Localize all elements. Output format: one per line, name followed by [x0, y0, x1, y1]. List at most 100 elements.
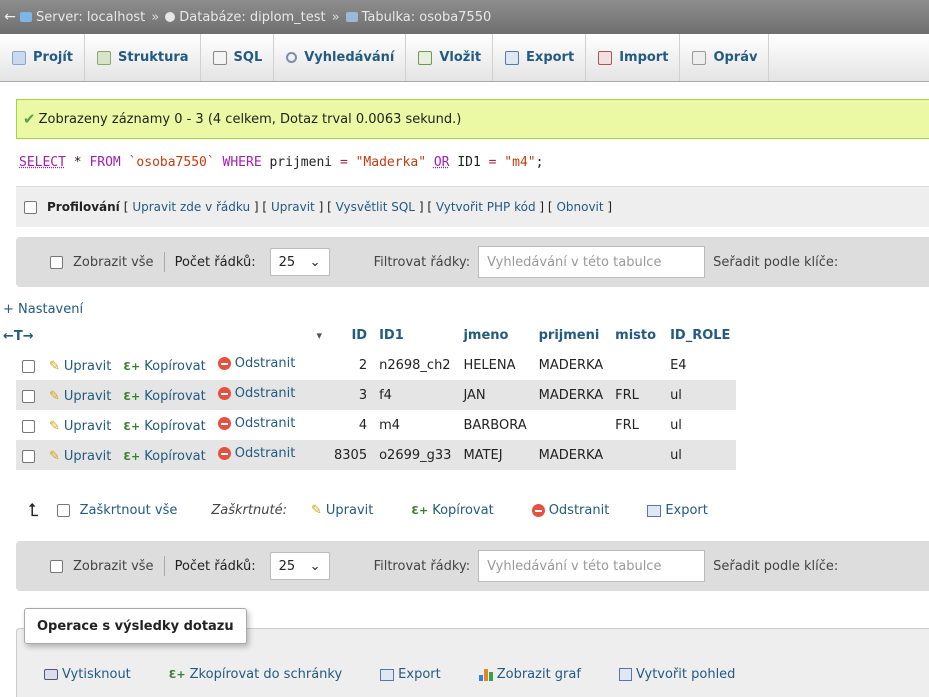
- row-delete-button[interactable]: Odstranit: [217, 386, 295, 401]
- check-all-checkbox[interactable]: [56, 504, 70, 517]
- cell-prijmeni[interactable]: [532, 410, 610, 440]
- row-checkbox[interactable]: [22, 390, 35, 403]
- sql-column-2: ID1: [449, 155, 489, 170]
- cell-jmeno[interactable]: MATEJ: [457, 440, 533, 470]
- bulk-copy-button[interactable]: Ɛ+ Kopírovat: [411, 503, 493, 518]
- sql-keyword-select[interactable]: SELECT: [19, 155, 66, 170]
- cell-id1[interactable]: n2698_ch2: [373, 350, 458, 380]
- row-delete-button[interactable]: Odstranit: [217, 446, 295, 461]
- column-header-jmeno[interactable]: jmeno: [457, 320, 533, 350]
- row-copy-button[interactable]: Ɛ+ Kopírovat: [123, 389, 205, 404]
- row-checkbox[interactable]: [22, 420, 35, 433]
- column-header-misto[interactable]: misto: [609, 320, 663, 350]
- sort-by-key-label: Seřadit podle klíče:: [713, 558, 839, 574]
- sql-star: *: [65, 155, 90, 170]
- tab-search[interactable]: Vyhledávání: [274, 34, 407, 81]
- row-checkbox[interactable]: [22, 450, 35, 463]
- row-delete-button[interactable]: Odstranit: [217, 356, 295, 371]
- sql-keyword-or[interactable]: OR: [434, 155, 450, 170]
- row-edit-button[interactable]: ✎ Upravit: [49, 389, 111, 404]
- column-header-prijmeni[interactable]: prijmeni: [532, 320, 610, 350]
- cell-id[interactable]: 8305: [328, 440, 374, 470]
- edit-inline-link[interactable]: Upravit zde v řádku: [132, 200, 250, 214]
- row-edit-button[interactable]: ✎ Upravit: [49, 449, 111, 464]
- row-edit-button[interactable]: ✎ Upravit: [49, 419, 111, 434]
- refresh-link[interactable]: Obnovit: [556, 200, 603, 214]
- export-button[interactable]: Export: [380, 667, 441, 682]
- copy-to-clipboard-label: Zkopírovat do schránky: [189, 667, 343, 682]
- create-view-button[interactable]: Vytvořit pohled: [618, 667, 735, 682]
- show-all-checkbox[interactable]: [50, 559, 63, 573]
- cell-jmeno[interactable]: HELENA: [457, 350, 533, 380]
- settings-link[interactable]: + Nastavení: [3, 302, 83, 317]
- create-php-code-link[interactable]: Vytvořit PHP kód: [436, 200, 536, 214]
- column-arrows-icon[interactable]: ←T→: [3, 329, 34, 344]
- column-header-id[interactable]: ID: [328, 320, 374, 350]
- cell-id-role[interactable]: ul: [662, 380, 737, 410]
- row-copy-button[interactable]: Ɛ+ Kopírovat: [123, 419, 205, 434]
- tab-import[interactable]: Import: [586, 34, 681, 81]
- filter-rows-input[interactable]: Vyhledávání v této tabulce: [478, 246, 706, 278]
- explain-sql-link[interactable]: Vysvětlit SQL: [336, 200, 415, 214]
- display-chart-button[interactable]: Zobrazit graf: [478, 667, 581, 682]
- row-delete-button[interactable]: Odstranit: [217, 416, 295, 431]
- column-header-id-role[interactable]: ID_ROLE: [662, 320, 737, 350]
- tab-operations[interactable]: Opráv: [680, 34, 770, 81]
- cell-misto[interactable]: [609, 440, 663, 470]
- cell-id[interactable]: 3: [328, 380, 374, 410]
- cell-id[interactable]: 4: [328, 410, 374, 440]
- insert-icon: [418, 50, 433, 65]
- filter-rows-input[interactable]: Vyhledávání v této tabulce: [478, 550, 706, 582]
- profiling-checkbox[interactable]: [24, 200, 37, 214]
- export-icon: [380, 668, 395, 681]
- cell-jmeno[interactable]: BARBORA: [457, 410, 533, 440]
- bulk-delete-button[interactable]: Odstranit: [531, 503, 609, 518]
- tab-sql[interactable]: SQL: [201, 34, 275, 81]
- print-button[interactable]: Vytisknout: [44, 667, 131, 682]
- divider: [163, 252, 165, 272]
- row-actions: ✎ Upravit Ɛ+ Kopírovat Odstranit: [16, 410, 328, 440]
- cell-prijmeni[interactable]: MADERKA: [532, 350, 610, 380]
- cell-misto[interactable]: [609, 350, 663, 380]
- edit-query-link[interactable]: Upravit: [271, 200, 315, 214]
- cell-prijmeni[interactable]: MADERKA: [532, 380, 610, 410]
- cell-id1[interactable]: m4: [373, 410, 458, 440]
- sort-dropdown-icon[interactable]: ▾: [316, 329, 322, 342]
- row-checkbox[interactable]: [22, 360, 35, 373]
- cell-misto[interactable]: FRL: [609, 380, 663, 410]
- cell-id-role[interactable]: ul: [662, 440, 737, 470]
- bulk-export-button[interactable]: Export: [647, 503, 708, 518]
- results-table: ←T→ ▾ ID ID1 jmeno prijmeni misto ID_ROL…: [3, 320, 737, 470]
- show-all-checkbox[interactable]: [50, 255, 63, 269]
- back-arrow-icon[interactable]: ←: [0, 9, 20, 25]
- show-all-control[interactable]: Zobrazit vše: [50, 255, 154, 270]
- row-edit-button[interactable]: ✎ Upravit: [49, 359, 111, 374]
- bar-chart-icon: [478, 668, 493, 681]
- cell-id[interactable]: 2: [328, 350, 374, 380]
- row-copy-button[interactable]: Ɛ+ Kopírovat: [123, 449, 205, 464]
- show-all-control[interactable]: Zobrazit vše: [50, 559, 154, 574]
- column-header-id1[interactable]: ID1: [373, 320, 458, 350]
- tab-export[interactable]: Export: [493, 34, 587, 81]
- cell-id1[interactable]: f4: [373, 380, 458, 410]
- rows-count-select[interactable]: 25 ⌄: [269, 552, 330, 580]
- copy-to-clipboard-button[interactable]: Ɛ+ Zkopírovat do schránky: [169, 667, 342, 682]
- cell-id-role[interactable]: E4: [662, 350, 737, 380]
- breadcrumb-server[interactable]: Server: localhost: [20, 10, 145, 25]
- tab-browse[interactable]: Projít: [0, 34, 85, 81]
- row-copy-button[interactable]: Ɛ+ Kopírovat: [123, 359, 205, 374]
- breadcrumb-table[interactable]: Tabulka: osoba7550: [345, 10, 491, 25]
- rows-count-select[interactable]: 25 ⌄: [269, 248, 330, 276]
- check-all-link[interactable]: Zaškrtnout vše: [80, 503, 178, 518]
- cell-misto[interactable]: FRL: [609, 410, 663, 440]
- cell-jmeno[interactable]: JAN: [457, 380, 533, 410]
- cell-id-role[interactable]: ul: [662, 410, 737, 440]
- tab-insert[interactable]: Vložit: [406, 34, 494, 81]
- bulk-edit-button[interactable]: ✎ Upravit: [311, 503, 373, 518]
- cell-prijmeni[interactable]: MADERKA: [532, 440, 610, 470]
- cell-id1[interactable]: o2699_g33: [373, 440, 458, 470]
- chevron-down-icon: ⌄: [309, 558, 321, 574]
- tab-structure[interactable]: Struktura: [85, 34, 201, 81]
- row-edit-label: Upravit: [63, 449, 112, 464]
- breadcrumb-database[interactable]: Databáze: diplom_test: [165, 10, 326, 25]
